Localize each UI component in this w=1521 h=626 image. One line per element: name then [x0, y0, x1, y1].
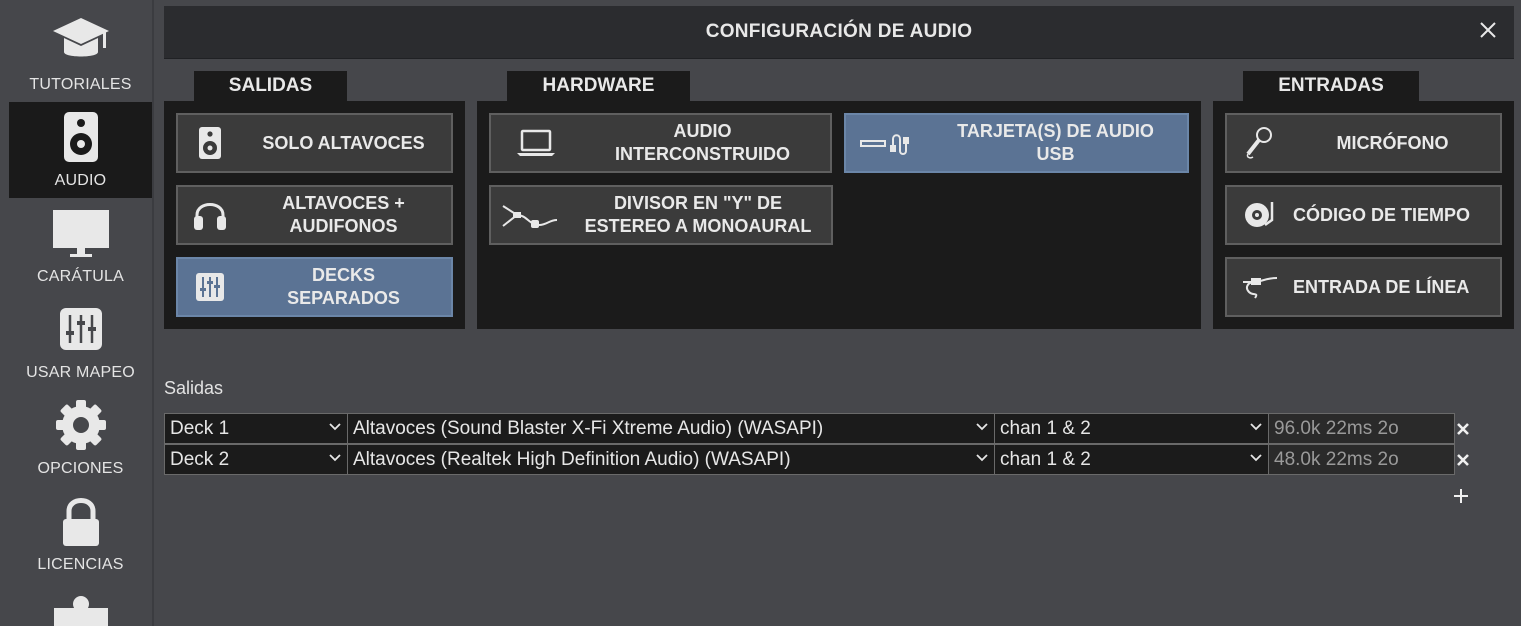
close-button[interactable] [1476, 18, 1500, 42]
button-label: AUDIO INTERCONSTRUIDO [615, 121, 790, 164]
chevron-down-icon [976, 454, 988, 462]
close-icon [1457, 423, 1469, 435]
turntable-icon [1227, 200, 1293, 230]
outputs-section-label: Salidas [164, 378, 224, 398]
sidebar-item-usar-mapeo[interactable]: USAR MAPEO [9, 294, 152, 390]
channel-select[interactable]: chan 1 & 2 [994, 413, 1269, 444]
tab-entradas: ENTRADAS [1243, 71, 1419, 101]
entradas-entrada-linea-button[interactable]: ENTRADA DE LÍNEA [1225, 257, 1502, 317]
tab-hardware: HARDWARE [507, 71, 690, 101]
graduation-cap-icon [51, 6, 111, 76]
sidebar-item-label: CARÁTULA [37, 268, 124, 285]
sidebar-item-label: AUDIO [54, 172, 107, 189]
device-select-value: Altavoces (Realtek High Definition Audio… [353, 449, 791, 470]
chevron-down-icon [1250, 423, 1262, 431]
chevron-down-icon [329, 454, 341, 462]
hardware-panel: AUDIO INTERCONSTRUIDO TARJETA(S) DE AUDI… [477, 101, 1201, 329]
usb-cable-icon [846, 131, 930, 155]
device-select[interactable]: Altavoces (Realtek High Definition Audio… [347, 444, 995, 475]
monitor-icon [52, 198, 110, 268]
entradas-microfono-button[interactable]: MICRÓFONO [1225, 113, 1502, 173]
salidas-altavoces-audifonos-button[interactable]: ALTAVOCES + AUDIFONOS [176, 185, 453, 245]
hardware-audio-interconstruido-button[interactable]: AUDIO INTERCONSTRUIDO [489, 113, 832, 173]
chevron-down-icon [976, 423, 988, 431]
deck-select-value: Deck 1 [170, 418, 230, 439]
sidebar-item-licencias[interactable]: LICENCIAS [9, 486, 152, 582]
sidebar-item-opciones[interactable]: OPCIONES [9, 390, 152, 486]
microphone-icon [1227, 126, 1291, 160]
channel-select-value: chan 1 & 2 [1000, 449, 1091, 470]
button-label: SOLO ALTAVOCES [262, 132, 425, 153]
headphones-icon [178, 199, 242, 231]
chevron-down-icon [1250, 454, 1262, 462]
hardware-tarjeta-audio-usb-button[interactable]: TARJETA(S) DE AUDIO USB [844, 113, 1189, 173]
sidebar-item-caratula[interactable]: CARÁTULA [9, 198, 152, 294]
button-label: CÓDIGO DE TIEMPO [1293, 204, 1471, 225]
button-label: DIVISOR EN "Y" DE ESTEREO A MONOAURAL [584, 193, 812, 236]
deck-select[interactable]: Deck 2 [164, 444, 348, 475]
latency-info: 96.0k 22ms 2o [1268, 413, 1455, 444]
plus-icon [1454, 489, 1468, 503]
line-cable-icon [1227, 272, 1293, 302]
sidebar-item-label: OPCIONES [37, 460, 124, 477]
sidebar-item-label: LICENCIAS [37, 556, 124, 573]
sidebar: TUTORIALES AUDIO CARÁTULA USAR MAPEO OPC… [0, 0, 154, 626]
remove-row-button[interactable] [1455, 421, 1471, 437]
speaker-icon [178, 126, 242, 160]
laptop-icon [491, 129, 581, 157]
sidebar-item-label: USAR MAPEO [26, 364, 135, 381]
channel-select-value: chan 1 & 2 [1000, 418, 1091, 439]
mixer-sliders-icon [59, 294, 103, 364]
hardware-divisor-y-button[interactable]: DIVISOR EN "Y" DE ESTEREO A MONOAURAL [489, 185, 833, 245]
salidas-decks-separados-button[interactable]: DECKS SEPARADOS [176, 257, 453, 317]
button-label: DECKS SEPARADOS [287, 265, 400, 308]
device-select[interactable]: Altavoces (Sound Blaster X-Fi Xtreme Aud… [347, 413, 995, 444]
tab-salidas: SALIDAS [194, 71, 347, 101]
dialog-title: CONFIGURACIÓN DE AUDIO [705, 21, 973, 42]
lock-icon [61, 486, 101, 556]
button-label: MICRÓFONO [1336, 132, 1449, 153]
speaker-icon [63, 102, 99, 172]
sidebar-item-extensions[interactable] [9, 582, 152, 626]
remove-row-button[interactable] [1455, 452, 1471, 468]
salidas-solo-altavoces-button[interactable]: SOLO ALTAVOCES [176, 113, 453, 173]
sidebar-item-tutoriales[interactable]: TUTORIALES [9, 6, 152, 102]
close-icon [1457, 454, 1469, 466]
button-label: ENTRADA DE LÍNEA [1293, 276, 1470, 297]
entradas-codigo-tiempo-button[interactable]: CÓDIGO DE TIEMPO [1225, 185, 1502, 245]
y-splitter-cable-icon [491, 198, 571, 232]
deck-select-value: Deck 2 [170, 449, 230, 470]
device-select-value: Altavoces (Sound Blaster X-Fi Xtreme Aud… [353, 418, 824, 439]
close-icon [1480, 22, 1496, 38]
add-output-button[interactable] [1452, 487, 1470, 505]
chevron-down-icon [329, 423, 341, 431]
channel-select[interactable]: chan 1 & 2 [994, 444, 1269, 475]
button-label: ALTAVOCES + AUDIFONOS [282, 193, 405, 236]
sidebar-item-audio[interactable]: AUDIO [9, 102, 152, 198]
gear-icon [54, 390, 108, 460]
latency-info: 48.0k 22ms 2o [1268, 444, 1455, 475]
mixer-sliders-icon [178, 272, 242, 302]
entradas-panel: MICRÓFONO CÓDIGO DE TIEMPO ENTRADA DE LÍ… [1213, 101, 1514, 329]
button-label: TARJETA(S) DE AUDIO USB [957, 121, 1154, 164]
sidebar-item-label: TUTORIALES [29, 76, 132, 93]
dialog-titlebar: CONFIGURACIÓN DE AUDIO [164, 6, 1514, 59]
puzzle-icon [52, 582, 110, 626]
salidas-panel: SOLO ALTAVOCES ALTAVOCES + AUDIFONOS DEC… [164, 101, 465, 329]
deck-select[interactable]: Deck 1 [164, 413, 348, 444]
